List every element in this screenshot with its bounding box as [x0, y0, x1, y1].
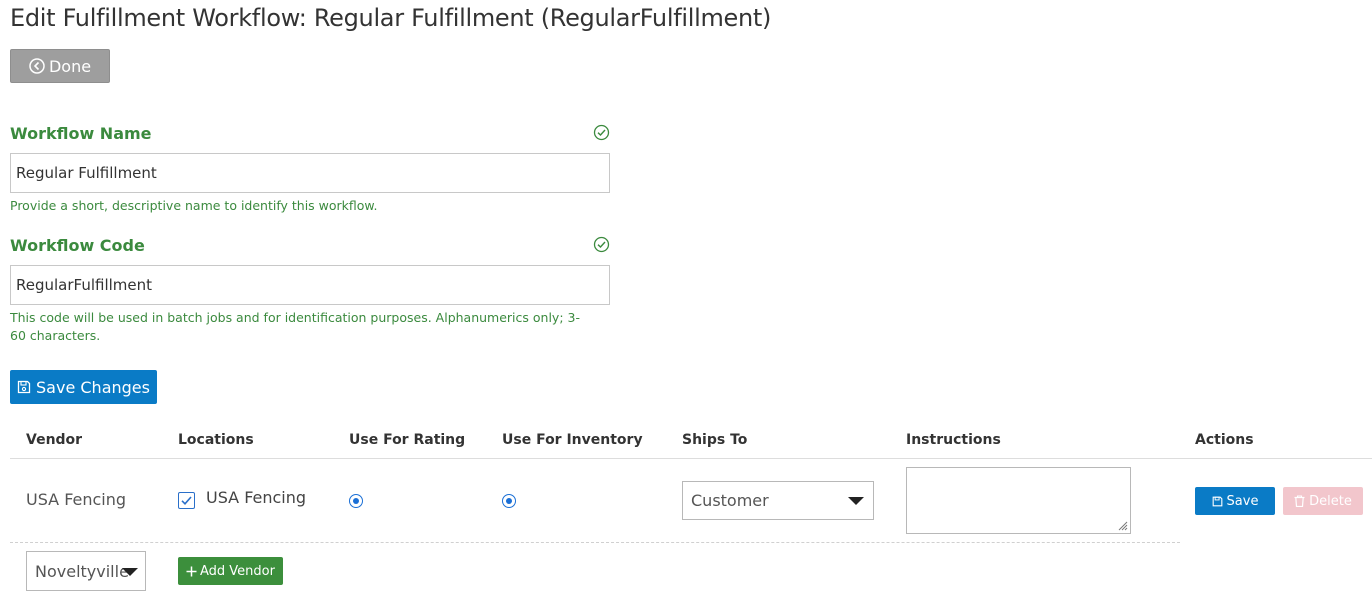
table-header-divider [10, 458, 1372, 459]
use-for-inventory-radio[interactable] [502, 494, 516, 508]
use-for-rating-radio[interactable] [349, 494, 363, 508]
page-title: Edit Fulfillment Workflow: Regular Fulfi… [10, 4, 772, 32]
column-header-use-for-inventory: Use For Inventory [502, 432, 643, 448]
ships-to-select[interactable]: Customer [682, 481, 874, 520]
checkmark-icon [181, 496, 192, 505]
column-header-locations: Locations [178, 432, 254, 448]
column-header-use-for-rating: Use For Rating [349, 432, 466, 448]
row-divider [10, 542, 1180, 543]
circle-check-icon [593, 236, 610, 253]
instructions-textarea[interactable] [906, 467, 1131, 534]
vendor-name: USA Fencing [26, 490, 127, 509]
workflow-name-input[interactable] [10, 153, 610, 193]
column-header-actions: Actions [1195, 432, 1254, 448]
trash-icon [1294, 495, 1305, 507]
row-save-label: Save [1226, 493, 1259, 509]
column-header-ships-to: Ships To [682, 432, 748, 448]
vendor-select[interactable]: Noveltyville [26, 551, 146, 591]
column-header-vendor: Vendor [26, 432, 83, 448]
caret-down-icon [122, 568, 138, 576]
floppy-disk-icon [17, 380, 31, 394]
vendor-select-value: Noveltyville [35, 561, 129, 581]
plus-icon [186, 566, 197, 576]
circle-chevron-left-icon [29, 58, 45, 74]
add-vendor-label: Add Vendor [200, 563, 275, 579]
workflow-code-label: Workflow Code [10, 236, 145, 255]
location-checkbox[interactable] [178, 492, 195, 509]
row-delete-label: Delete [1309, 493, 1352, 509]
row-save-button[interactable]: Save [1195, 487, 1275, 515]
save-changes-label: Save Changes [36, 377, 150, 397]
row-delete-button[interactable]: Delete [1283, 487, 1363, 515]
done-button-label: Done [48, 56, 92, 76]
workflow-code-input[interactable] [10, 265, 610, 305]
done-button[interactable]: Done [10, 49, 110, 83]
save-changes-button[interactable]: Save Changes [10, 370, 157, 404]
caret-down-icon [848, 497, 864, 505]
floppy-disk-icon [1212, 496, 1222, 506]
resize-grip-icon[interactable] [1116, 519, 1128, 531]
workflow-name-help: Provide a short, descriptive name to ide… [10, 198, 378, 213]
workflow-code-help: This code will be used in batch jobs and… [10, 310, 580, 343]
workflow-name-label: Workflow Name [10, 124, 152, 143]
add-vendor-button[interactable]: Add Vendor [178, 557, 283, 585]
circle-check-icon [593, 124, 610, 141]
column-header-instructions: Instructions [906, 432, 1001, 448]
ships-to-value: Customer [691, 491, 769, 510]
location-label: USA Fencing [206, 488, 307, 507]
